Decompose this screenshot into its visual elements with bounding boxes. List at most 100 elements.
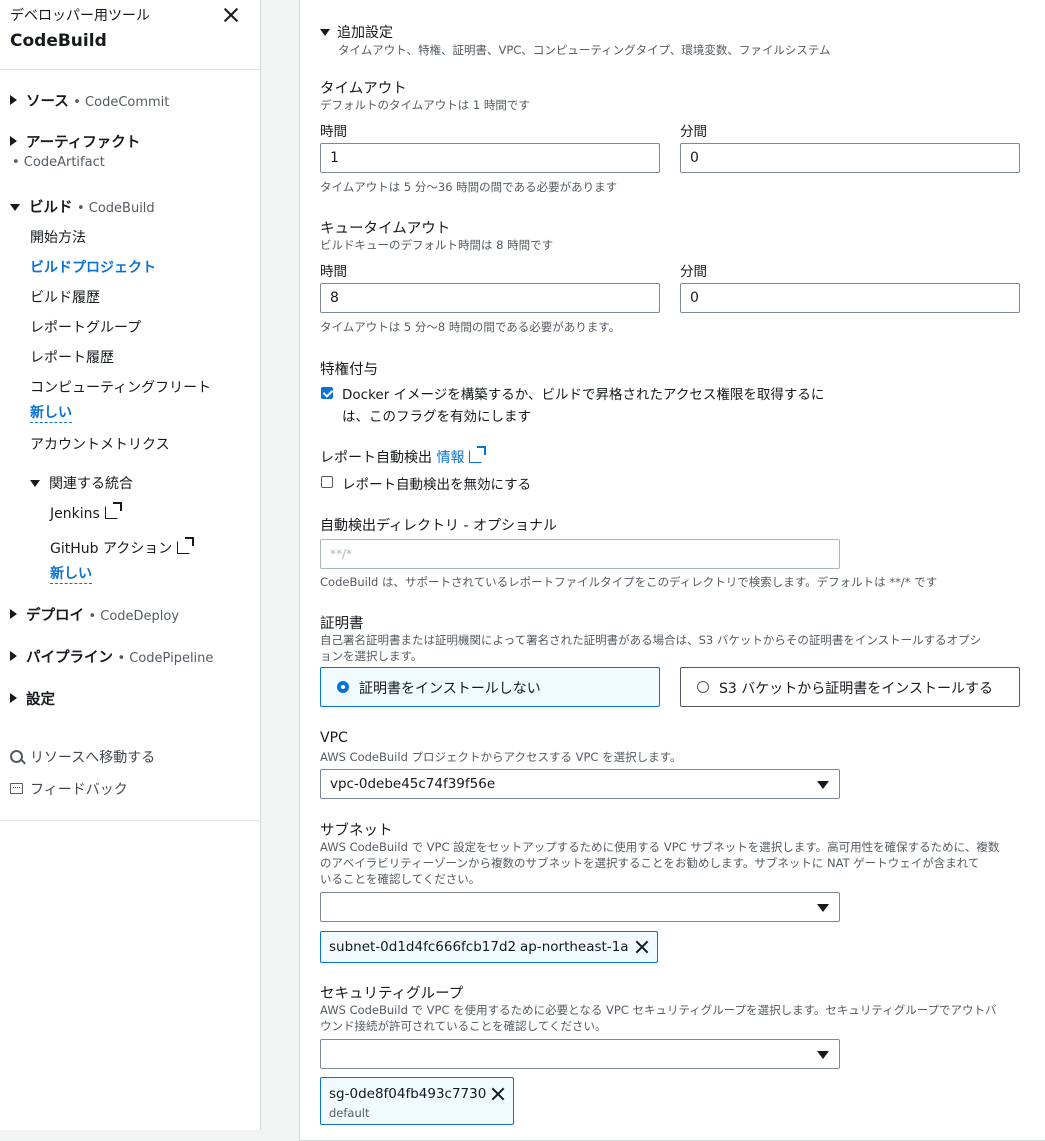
- caret-down-icon: [30, 480, 40, 487]
- subnet-select[interactable]: [320, 892, 840, 922]
- certificate-label: 証明書: [320, 616, 364, 632]
- queue-hours-label: 時間: [320, 264, 347, 280]
- nav-section-pipeline[interactable]: パイプライン • CodePipeline: [10, 646, 213, 667]
- caret-down-icon: [817, 904, 829, 912]
- security-group-desc-line1: AWS CodeBuild で VPC を使用するために必要となる VPC セキ…: [320, 1003, 997, 1017]
- caret-down-icon: [817, 1051, 829, 1059]
- autodetect-dir-input[interactable]: **/*: [320, 539, 840, 569]
- sidebar-title[interactable]: CodeBuild: [10, 31, 150, 51]
- privileged-label: 特権付与: [320, 362, 378, 378]
- caret-down-icon: [10, 204, 20, 211]
- timeout-minutes-label: 分間: [680, 124, 707, 140]
- subnet-token: subnet-0d1d4fc666fcb17d2 ap-northeast-1a: [320, 931, 658, 963]
- radio-selected: [337, 681, 349, 693]
- nav-section-related[interactable]: 関連する統合: [30, 473, 133, 493]
- timeout-hours-label: 時間: [320, 124, 347, 140]
- side-navigation: デベロッパー用ツール CodeBuild ソース • CodeCommit アー…: [0, 0, 261, 1130]
- caret-down-icon: [817, 781, 829, 789]
- security-group-label: セキュリティグループ: [320, 986, 464, 1002]
- subnet-desc-line3: いることを確認してください。: [320, 872, 481, 886]
- disable-autodetect-checkbox[interactable]: [321, 476, 333, 488]
- caret-right-icon: [10, 693, 17, 703]
- goto-resource-link[interactable]: リソースへ移動する: [10, 747, 155, 767]
- caret-right-icon: [10, 651, 17, 661]
- divider: [0, 69, 260, 70]
- vpc-select[interactable]: vpc-0debe45c74f39f56e: [320, 769, 840, 799]
- autodetect-dir-label: 自動検出ディレクトリ - オプショナル: [320, 518, 557, 534]
- certificate-option-s3[interactable]: S3 バケットから証明書をインストールする: [680, 667, 1020, 707]
- remove-token-icon[interactable]: [491, 1087, 505, 1101]
- report-autodetect-label: レポート自動検出 情報: [320, 446, 487, 467]
- security-group-token: sg-0de8f04fb493c7730 default: [320, 1077, 514, 1125]
- privileged-text-line1: Docker イメージを構築するか、ビルドで昇格されたアクセス権限を取得するに: [342, 387, 825, 403]
- privileged-text-line2: は、このフラグを有効にします: [342, 409, 531, 425]
- nav-item-report-groups[interactable]: レポートグループ: [30, 317, 141, 337]
- nav-item-github-actions[interactable]: GitHub アクション: [50, 537, 195, 558]
- subnet-label: サブネット: [320, 823, 393, 839]
- security-group-token-sub: default: [329, 1106, 370, 1120]
- certificate-desc-line1: 自己署名証明書または証明機関によって署名された証明書がある場合は、S3 バケット…: [320, 633, 982, 647]
- nav-item-build-projects[interactable]: ビルドプロジェクト: [30, 257, 156, 277]
- caret-right-icon: [10, 609, 17, 619]
- caret-down-icon: [320, 29, 330, 36]
- nav-item-jenkins[interactable]: Jenkins: [50, 502, 122, 522]
- security-group-desc-line2: ウンド接続が許可されていることを確認してください。: [320, 1019, 607, 1033]
- timeout-desc: デフォルトのタイムアウトは 1 時間です: [320, 98, 530, 112]
- nav-section-artifact-service: • CodeArtifact: [12, 155, 105, 170]
- vpc-label: VPC: [320, 730, 348, 746]
- timeout-hours-input[interactable]: 1: [320, 143, 660, 173]
- sidebar-subtitle: デベロッパー用ツール: [10, 8, 150, 24]
- new-badge: 新しい: [30, 405, 72, 423]
- divider: [0, 820, 260, 821]
- external-link-icon: [104, 502, 122, 519]
- timeout-minutes-input[interactable]: 0: [680, 143, 1020, 173]
- nav-section-settings[interactable]: 設定: [10, 688, 55, 709]
- timeout-hint: タイムアウトは 5 分〜36 時間の間である必要があります: [320, 180, 618, 194]
- queue-timeout-desc: ビルドキューのデフォルト時間は 8 時間です: [320, 238, 554, 252]
- new-badge: 新しい: [50, 566, 92, 584]
- sidebar-header: デベロッパー用ツール CodeBuild: [10, 5, 150, 51]
- nav-item-compute-fleets[interactable]: コンピューティングフリート: [30, 377, 211, 397]
- info-link[interactable]: 情報: [436, 450, 464, 466]
- security-group-token-id: sg-0de8f04fb493c7730: [329, 1086, 487, 1102]
- caret-right-icon: [10, 136, 17, 146]
- nav-section-deploy[interactable]: デプロイ • CodeDeploy: [10, 604, 179, 625]
- privileged-checkbox[interactable]: [321, 387, 333, 399]
- queue-hours-input[interactable]: 8: [320, 283, 660, 313]
- vpc-desc: AWS CodeBuild プロジェクトからアクセスする VPC を選択します。: [320, 750, 682, 764]
- autodetect-dir-hint: CodeBuild は、サポートされているレポートファイルタイプをこのディレクト…: [320, 575, 938, 589]
- nav-section-source[interactable]: ソース • CodeCommit: [10, 90, 169, 111]
- feedback-link[interactable]: フィードバック: [10, 779, 128, 799]
- feedback-icon: [10, 783, 23, 794]
- caret-right-icon: [10, 95, 17, 105]
- radio-unselected: [697, 681, 709, 693]
- queue-minutes-label: 分間: [680, 264, 707, 280]
- certificate-option-none[interactable]: 証明書をインストールしない: [320, 667, 660, 707]
- search-icon: [10, 750, 23, 763]
- additional-settings-desc: タイムアウト、特権、証明書、VPC、コンピューティングタイプ、環境変数、ファイル…: [338, 43, 831, 57]
- queue-minutes-input[interactable]: 0: [680, 283, 1020, 313]
- nav-item-build-history[interactable]: ビルド履歴: [30, 287, 100, 307]
- subnet-token-az: ap-northeast-1a: [520, 939, 629, 955]
- subnet-desc-line2: のアベイラビリティーゾーンから複数のサブネットを選択することをお勧めします。サブ…: [320, 856, 980, 870]
- external-link-icon[interactable]: [469, 446, 487, 463]
- disable-autodetect-text: レポート自動検出を無効にする: [342, 477, 532, 493]
- security-group-select[interactable]: [320, 1039, 840, 1069]
- main-content: 追加設定 タイムアウト、特権、証明書、VPC、コンピューティングタイプ、環境変数…: [261, 0, 1045, 1141]
- queue-timeout-label: キュータイムアウト: [320, 221, 451, 237]
- certificate-desc-line2: ョンを選択します。: [320, 649, 423, 663]
- nav-item-getting-started[interactable]: 開始方法: [30, 227, 86, 247]
- nav-section-artifact[interactable]: アーティファクト: [10, 131, 140, 152]
- nav-item-account-metrics[interactable]: アカウントメトリクス: [30, 434, 170, 454]
- additional-settings-toggle[interactable]: 追加設定: [320, 22, 393, 42]
- queue-timeout-hint: タイムアウトは 5 分〜8 時間の間である必要があります。: [320, 320, 621, 334]
- external-link-icon: [177, 537, 195, 554]
- environment-card: 追加設定 タイムアウト、特権、証明書、VPC、コンピューティングタイプ、環境変数…: [299, 0, 1045, 1141]
- close-icon[interactable]: [222, 6, 240, 24]
- remove-token-icon[interactable]: [635, 940, 649, 954]
- timeout-label: タイムアウト: [320, 81, 407, 97]
- nav-section-build[interactable]: ビルド • CodeBuild: [10, 196, 155, 217]
- subnet-token-id: subnet-0d1d4fc666fcb17d2: [329, 939, 517, 955]
- nav-item-report-history[interactable]: レポート履歴: [30, 347, 114, 367]
- subnet-desc-line1: AWS CodeBuild で VPC 設定をセットアップするために使用する V…: [320, 840, 1000, 854]
